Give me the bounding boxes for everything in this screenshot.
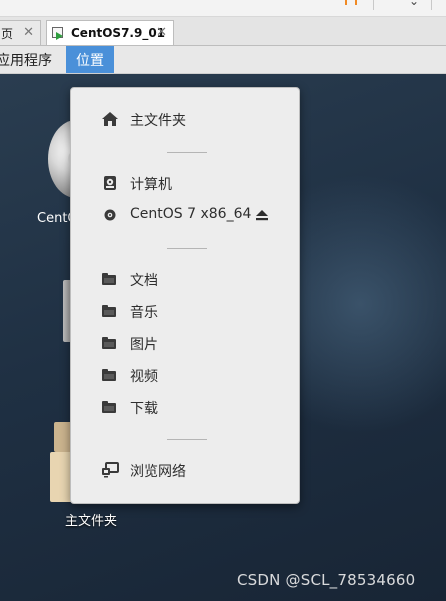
tab-label: 页	[1, 26, 14, 41]
menu-item-computer[interactable]: 计算机	[71, 170, 299, 196]
network-icon	[102, 462, 119, 478]
menu-item-pictures[interactable]: 图片	[71, 330, 299, 356]
tab-label: CentOS7.9_01	[71, 26, 166, 40]
menu-item-label: 浏览网络	[130, 464, 186, 480]
menu-item-label: 文档	[130, 273, 158, 289]
menu-separator	[167, 152, 207, 153]
menu-item-label: 音乐	[130, 305, 158, 321]
disc-icon	[104, 209, 116, 221]
menu-item-documents[interactable]: 文档	[71, 266, 299, 292]
places-dropdown-menu: 主文件夹 计算机 CentOS 7 x86_64 文档 音乐 图片 视频 下载 …	[70, 87, 300, 504]
folder-icon	[101, 399, 119, 415]
menu-separator	[167, 439, 207, 440]
applications-menu[interactable]: 应用程序	[0, 50, 52, 70]
folder-icon	[101, 335, 119, 351]
tab-bar: 页 ✕ CentOS7.9_01 ✕	[0, 17, 446, 46]
tab-close-icon[interactable]: ✕	[23, 25, 34, 40]
folder-icon	[101, 367, 119, 383]
folder-icon	[101, 303, 119, 319]
menu-item-label: 下载	[130, 401, 158, 417]
menu-item-browse-network[interactable]: 浏览网络	[71, 457, 299, 483]
home-folder-label: 主文件夹	[65, 514, 118, 529]
menu-separator	[167, 248, 207, 249]
places-menu-button[interactable]: 位置	[66, 46, 114, 73]
folder-icon	[101, 271, 119, 287]
menu-item-label: 视频	[130, 369, 158, 385]
vm-icon	[52, 26, 65, 40]
window-top-strip: ⌄	[0, 0, 446, 17]
home-folder-desktop-icon[interactable]	[50, 422, 72, 502]
toolbar-orange-icon[interactable]	[345, 0, 357, 5]
toolbar-separator	[431, 0, 432, 10]
menu-item-music[interactable]: 音乐	[71, 298, 299, 324]
menu-item-label: 图片	[130, 337, 158, 353]
menu-item-downloads[interactable]: 下载	[71, 394, 299, 420]
watermark: CSDN @SCL_78534660	[237, 571, 416, 589]
tab-home[interactable]: 页 ✕	[0, 20, 41, 45]
home-icon	[102, 112, 118, 126]
menu-item-label: 主文件夹	[130, 113, 186, 129]
menu-item-videos[interactable]: 视频	[71, 362, 299, 388]
chevron-down-icon[interactable]: ⌄	[409, 0, 419, 8]
menu-item-home[interactable]: 主文件夹	[71, 106, 299, 132]
eject-icon[interactable]	[255, 208, 269, 222]
tab-centos-vm[interactable]: CentOS7.9_01 ✕	[46, 20, 174, 45]
menu-item-label: 计算机	[130, 177, 172, 193]
tab-close-icon[interactable]: ✕	[156, 25, 167, 40]
toolbar-separator	[373, 0, 374, 10]
gnome-top-panel: 应用程序 位置	[0, 46, 446, 74]
menu-item-label: CentOS 7 x86_64	[130, 206, 252, 222]
menu-item-cdrom[interactable]: CentOS 7 x86_64	[71, 202, 299, 228]
drive-icon	[104, 176, 116, 190]
